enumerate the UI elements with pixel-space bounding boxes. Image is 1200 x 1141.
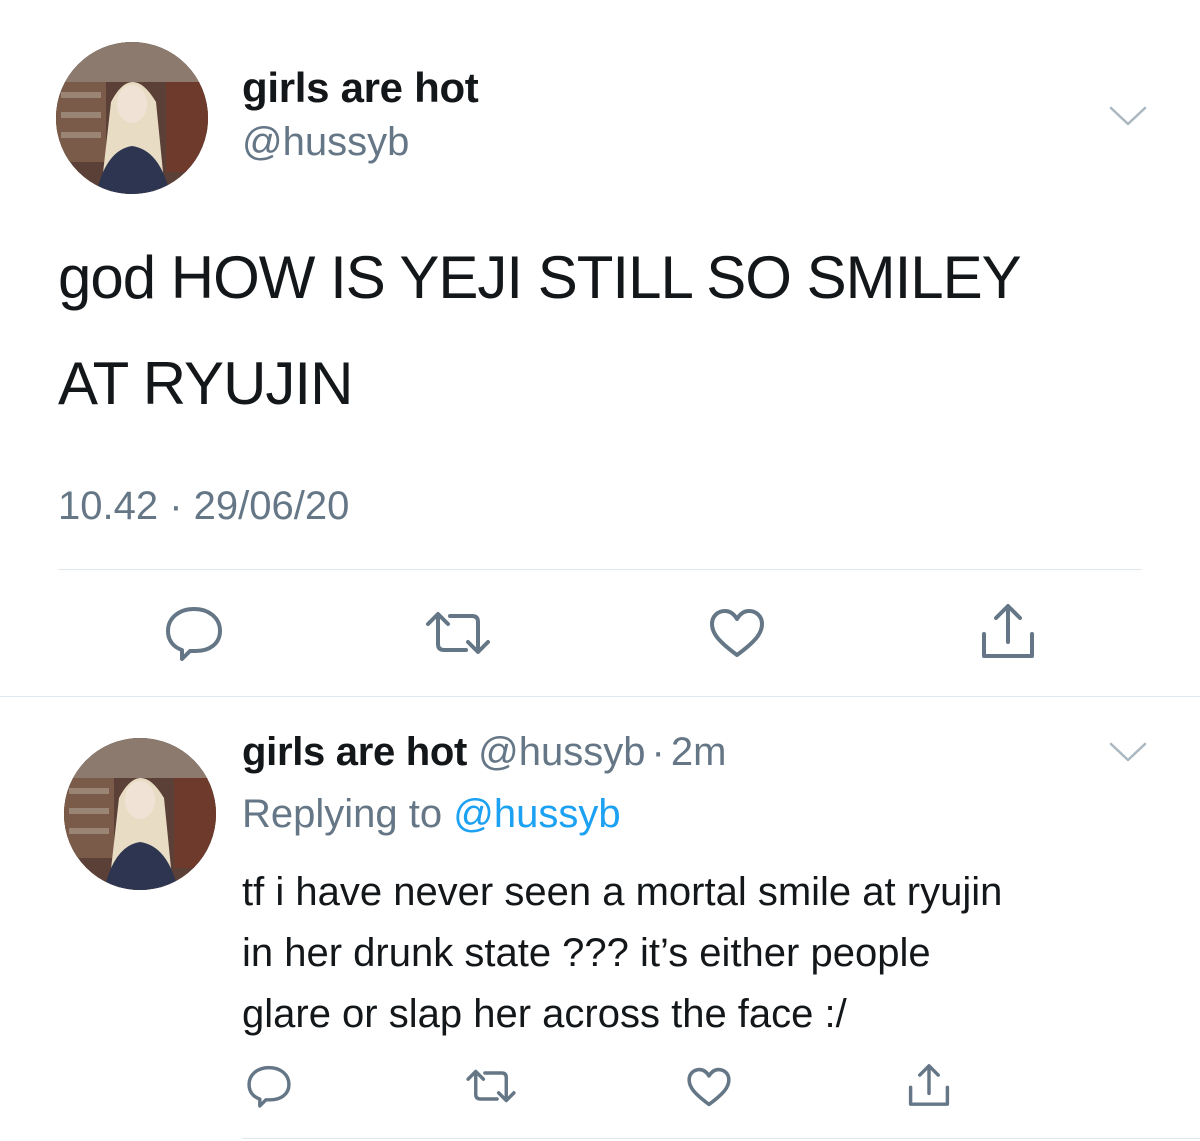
reply-time[interactable]: 2m <box>671 730 727 774</box>
share-icon[interactable] <box>978 602 1038 660</box>
chevron-down-icon[interactable] <box>1108 740 1148 764</box>
author-avatar[interactable] <box>56 42 208 194</box>
reply-text: tf i have never seen a mortal smile at r… <box>242 862 1182 1045</box>
reply-icon[interactable] <box>246 1064 292 1108</box>
reply-text-line: tf i have never seen a mortal smile at r… <box>242 870 1003 914</box>
tweet-text-line: AT RYUJIN <box>58 350 353 417</box>
reply-text-line: in her drunk state ??? it’s either peopl… <box>242 931 931 975</box>
divider <box>0 696 1200 697</box>
reply-display-name[interactable]: girls are hot <box>242 730 467 774</box>
tweet-text: god HOW IS YEJI STILL SO SMILEY AT RYUJI… <box>58 248 1148 414</box>
replying-mention-link[interactable]: @hussyb <box>453 792 620 836</box>
author-display-name[interactable]: girls are hot <box>242 64 479 112</box>
reply-text-line: glare or slap her across the face :/ <box>242 992 847 1036</box>
tweet-timestamp[interactable]: 10.42 · 29/06/20 <box>58 484 349 529</box>
retweet-icon[interactable] <box>420 608 496 658</box>
reply-handle[interactable]: @hussyb <box>478 730 645 774</box>
retweet-icon[interactable] <box>462 1066 520 1106</box>
divider <box>242 1138 1200 1139</box>
separator-dot: · <box>651 730 665 774</box>
share-icon[interactable] <box>906 1062 952 1108</box>
chevron-down-icon[interactable] <box>1108 104 1148 128</box>
like-icon[interactable] <box>686 1066 732 1108</box>
replying-to: Replying to @hussyb <box>242 792 621 837</box>
reply-author-avatar[interactable] <box>64 738 216 890</box>
avatar-photo <box>64 738 216 890</box>
reply-icon[interactable] <box>164 605 224 661</box>
like-icon[interactable] <box>708 607 766 659</box>
replying-prefix: Replying to <box>242 792 443 836</box>
reply-header: girls are hot @hussyb · 2m <box>242 730 726 775</box>
divider <box>58 569 1142 570</box>
tweet-text-line: god HOW IS YEJI STILL SO SMILEY <box>58 244 1022 311</box>
avatar-photo <box>56 42 208 194</box>
author-handle[interactable]: @hussyb <box>242 120 409 165</box>
